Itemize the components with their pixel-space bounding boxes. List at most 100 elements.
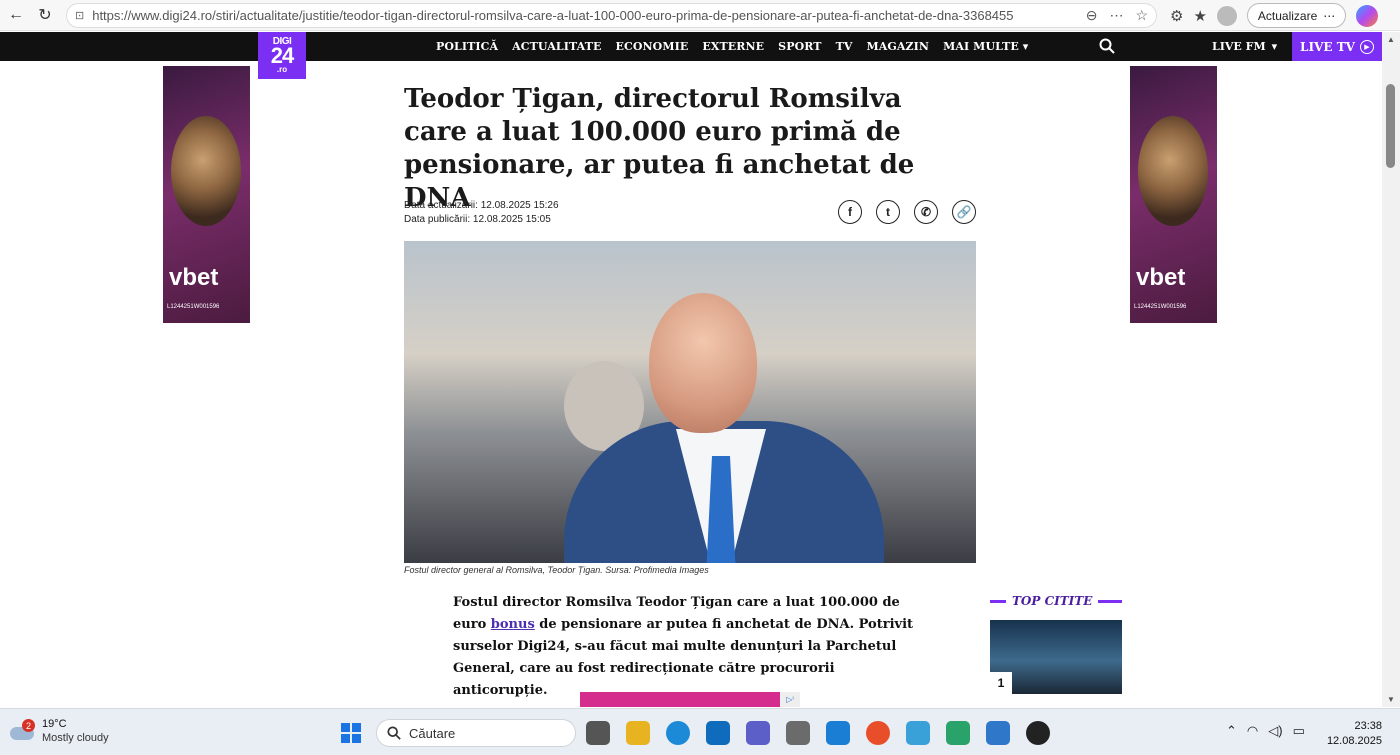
menu-item-sport[interactable]: SPORT (778, 40, 821, 53)
menu-item-externe[interactable]: EXTERNE (702, 40, 764, 53)
ad-license: L1244251W001596 (1134, 304, 1187, 310)
right-ad-banner[interactable]: vbet L1244251W001596 (1130, 66, 1217, 323)
battery-icon[interactable]: ▭ (1293, 723, 1305, 739)
menu-item-tv[interactable]: TV (836, 40, 853, 53)
reading-icon[interactable]: ⋯ (1109, 7, 1123, 24)
bonus-link[interactable]: bonus (491, 617, 535, 632)
volume-icon[interactable]: ◁) (1268, 723, 1282, 739)
media-player-icon[interactable] (1026, 721, 1050, 745)
wifi-icon[interactable]: ◠ (1247, 723, 1258, 739)
task-view-icon[interactable] (586, 721, 610, 745)
profile-avatar[interactable] (1216, 5, 1237, 26)
menu-item-mai-multe[interactable]: MAI MULTE ▾ (943, 40, 1028, 53)
live-tv-label: LIVE TV (1300, 39, 1355, 54)
temperature: 19°C (42, 718, 67, 730)
copilot-icon[interactable] (1356, 4, 1379, 27)
mai-multe-label: MAI MULTE (943, 40, 1019, 53)
live-fm-label: LIVE FM (1212, 40, 1266, 53)
digi24-logo[interactable]: DIGI 24 .ro (258, 32, 306, 79)
top-citite-header: TOP CITITE (990, 594, 1122, 608)
image-caption: Fostul director general al Romsilva, Teo… (404, 565, 709, 575)
address-bar[interactable]: ⊡ https://www.digi24.ro/stiri/actualitat… (66, 3, 1157, 28)
divider (1098, 599, 1122, 603)
scroll-down-icon[interactable]: ▼ (1387, 695, 1395, 704)
word-icon[interactable] (826, 721, 850, 745)
article-title: Teodor Țigan, directorul Romsilva care a… (404, 84, 915, 213)
chevron-up-icon[interactable]: ⌃ (1226, 723, 1237, 739)
chevron-down-icon: ▾ (1022, 40, 1029, 53)
scrollbar-thumb[interactable] (1386, 84, 1395, 168)
update-label: Actualizare (1257, 8, 1318, 23)
link-icon[interactable]: 🔗 (952, 200, 976, 224)
ad-brand: vbet (1136, 264, 1186, 291)
teams-icon[interactable] (746, 721, 770, 745)
chevron-down-icon: ▾ (1271, 40, 1278, 53)
ad-shield-image (171, 116, 241, 226)
play-icon: ▶ (1359, 39, 1374, 54)
whatsapp-icon[interactable]: ✆ (914, 200, 938, 224)
live-tv-button[interactable]: LIVE TV ▶ (1292, 32, 1382, 61)
notification-badge: 2 (22, 719, 35, 732)
portrait-head (649, 293, 757, 433)
ad-shield-image (1138, 116, 1208, 226)
windows-start-icon[interactable] (341, 723, 361, 743)
extensions-icon[interactable]: ⚙ (1170, 7, 1183, 25)
search-icon (387, 726, 401, 740)
edge-icon[interactable] (666, 721, 690, 745)
update-button[interactable]: Actualizare ⋯ (1246, 3, 1347, 28)
ad-license: L1244251W001596 (167, 304, 220, 310)
reload-icon[interactable]: ↻ (31, 1, 59, 29)
back-icon[interactable]: ← (2, 1, 30, 29)
chrome-icon[interactable] (866, 721, 890, 745)
outlook-icon[interactable] (706, 721, 730, 745)
clock-date: 12.08.2025 (1326, 735, 1382, 747)
taskbar-search[interactable]: Căutare (376, 719, 576, 747)
url-text: https://www.digi24.ro/stiri/actualitate/… (92, 8, 1014, 23)
date-published: Data publicării: 12.08.2025 15:05 (404, 214, 551, 225)
scroll-up-icon[interactable]: ▲ (1387, 35, 1395, 44)
favorite-star-icon[interactable]: ☆ (1135, 7, 1148, 24)
weather-app-icon[interactable] (906, 721, 930, 745)
facebook-icon[interactable]: f (838, 200, 862, 224)
article-hero-image (404, 241, 976, 563)
browser-toolbar: ← ↻ ⊡ https://www.digi24.ro/stiri/actual… (0, 0, 1400, 31)
calculator-icon[interactable] (786, 721, 810, 745)
system-tray: ⌃ ◠ ◁) ▭ (1226, 723, 1305, 739)
favorites-icon[interactable]: ★ (1193, 7, 1206, 25)
menu-item-actualitate[interactable]: ACTUALITATE (512, 40, 601, 53)
twitter-icon[interactable]: t (876, 200, 900, 224)
divider (990, 599, 1006, 603)
photos-icon[interactable] (986, 721, 1010, 745)
main-menu: POLITICĂ ACTUALITATE ECONOMIE EXTERNE SP… (436, 32, 1028, 61)
left-ad-banner[interactable]: vbet L1244251W001596 (163, 66, 250, 323)
share-buttons: f t ✆ 🔗 (838, 200, 976, 224)
page-scrollbar[interactable]: ▲ ▼ (1382, 32, 1400, 707)
more-icon[interactable]: ⋯ (1323, 9, 1335, 23)
top-citite-label: TOP CITITE (1012, 594, 1093, 608)
clock-time: 23:38 (1354, 720, 1382, 732)
date-updated: Data actualizării: 12.08.2025 15:26 (404, 200, 559, 211)
search-placeholder: Căutare (409, 725, 456, 741)
windows-taskbar: 2 19°C Mostly cloudy Căutare ⌃ ◠ ◁) ▭ 23… (0, 708, 1400, 755)
taskbar-apps (586, 721, 1050, 745)
weather-condition: Mostly cloudy (42, 732, 109, 744)
weather-widget[interactable]: 2 19°C Mostly cloudy (10, 717, 109, 745)
menu-item-economie[interactable]: ECONOMIE (616, 40, 689, 53)
notepad-icon[interactable] (946, 721, 970, 745)
live-fm-button[interactable]: LIVE FM ▾ (1212, 32, 1277, 61)
ad-brand: vbet (169, 264, 219, 291)
search-icon[interactable] (1099, 38, 1115, 54)
taskbar-clock[interactable]: 23:38 12.08.2025 (1326, 719, 1382, 749)
zoom-icon[interactable]: ⊖ (1086, 7, 1098, 24)
cloud-icon: 2 (10, 719, 35, 741)
file-explorer-icon[interactable] (626, 721, 650, 745)
inline-ad[interactable]: ▷ⁱ (580, 692, 800, 707)
site-info-icon[interactable]: ⊡ (75, 9, 84, 22)
article-lead: Fostul director Romsilva Teodor Țigan ca… (453, 592, 928, 702)
logo-tld: .ro (276, 65, 288, 74)
article-meta: Data actualizării: 12.08.2025 15:26 Data… (404, 199, 559, 227)
top-article-rank: 1 (990, 672, 1012, 694)
menu-item-politica[interactable]: POLITICĂ (436, 40, 498, 53)
ad-choices-icon[interactable]: ▷ⁱ (780, 692, 800, 707)
menu-item-magazin[interactable]: MAGAZIN (867, 40, 930, 53)
